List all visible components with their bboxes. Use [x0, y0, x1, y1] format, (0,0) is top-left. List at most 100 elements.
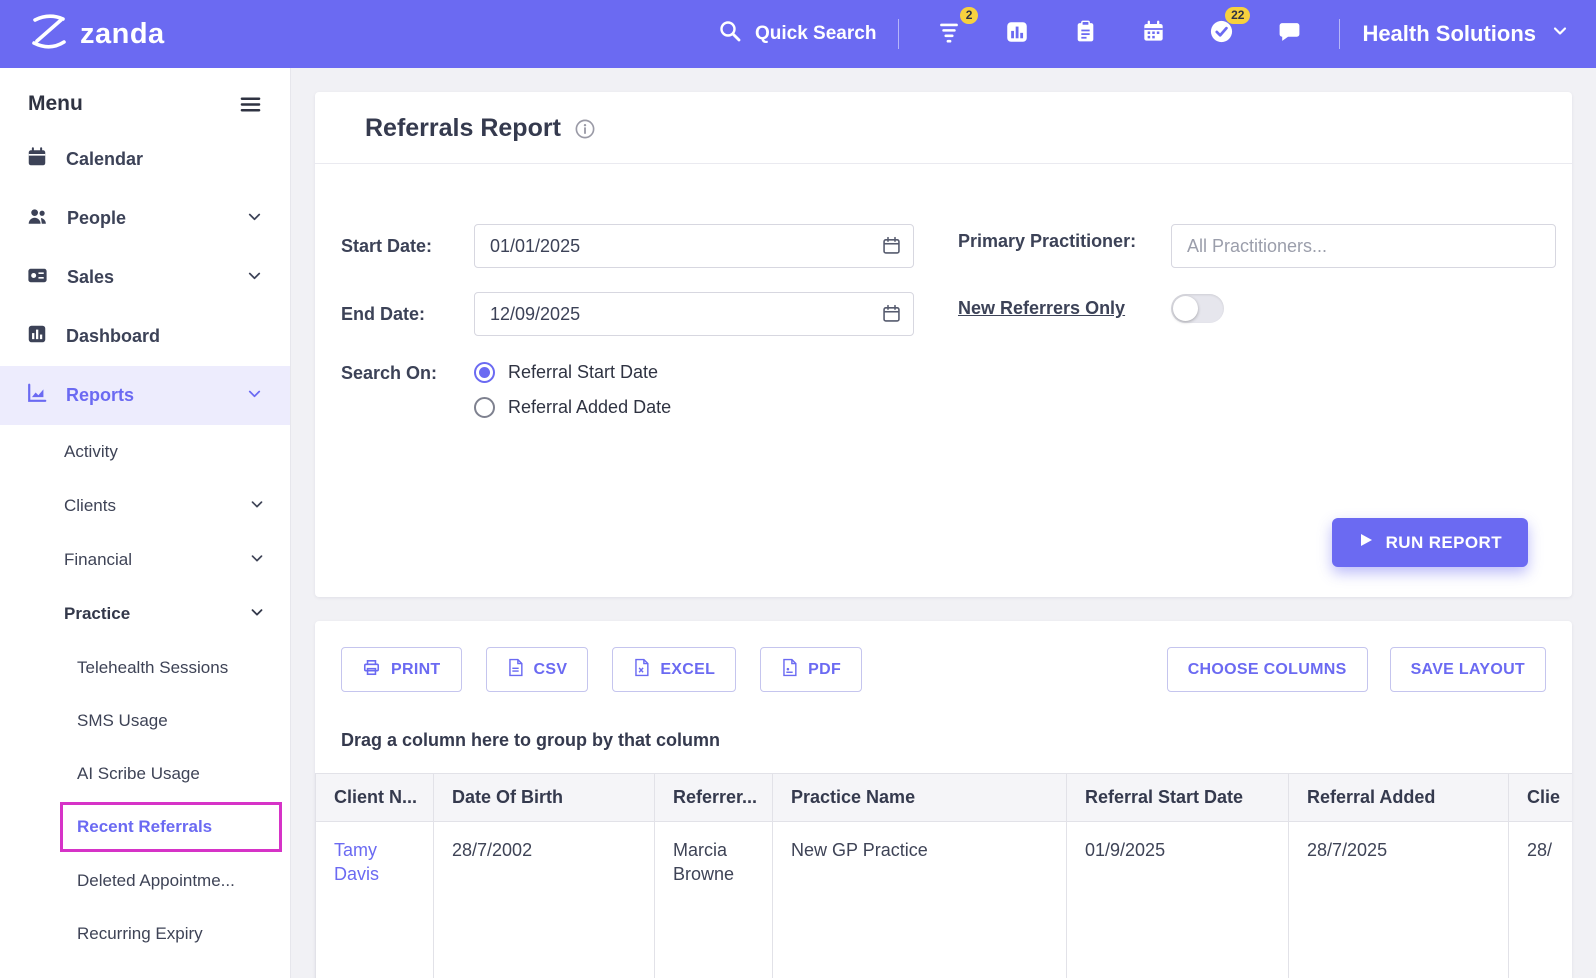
sidebar-item-label: Reports — [66, 385, 134, 406]
start-date-input[interactable] — [474, 224, 914, 268]
sidebar-item-label: Telehealth Sessions — [77, 658, 228, 678]
sidebar-item-financial[interactable]: Financial — [0, 533, 290, 587]
info-icon[interactable] — [574, 118, 596, 140]
calendar-icon — [26, 146, 48, 173]
sidebar-item-label: SMS Usage — [77, 711, 168, 731]
notes-button[interactable] — [1063, 12, 1107, 56]
sidebar-item-activity[interactable]: Activity — [0, 425, 290, 479]
print-label: PRINT — [391, 661, 441, 679]
sidebar-item-practice[interactable]: Practice — [0, 587, 290, 641]
sales-icon — [26, 264, 49, 292]
topbar-divider — [1339, 19, 1340, 49]
search-icon — [718, 19, 742, 49]
table-header-row: Client N... Date Of Birth Referrer... Pr… — [316, 774, 1573, 822]
sidebar-item-label: Calendar — [66, 149, 143, 170]
calendar-picker-icon[interactable] — [881, 235, 902, 256]
primary-practitioner-input[interactable] — [1171, 224, 1556, 268]
group-by-drop-zone[interactable]: Drag a column here to group by that colu… — [315, 692, 1572, 773]
cell-date-of-birth: 28/7/2002 — [434, 822, 655, 978]
insights-button[interactable] — [995, 12, 1039, 56]
chat-bubble-icon — [1277, 19, 1302, 49]
excel-export-button[interactable]: EXCEL — [612, 647, 736, 692]
sidebar-item-dashboard[interactable]: Dashboard — [0, 307, 290, 366]
new-referrers-toggle[interactable] — [1171, 294, 1224, 323]
chevron-down-icon — [245, 266, 264, 290]
search-on-label: Search On: — [341, 360, 474, 386]
people-icon — [26, 205, 49, 233]
column-header-client-extra[interactable]: Clie — [1509, 774, 1573, 822]
toggle-knob — [1173, 296, 1198, 321]
calendar-topbar-button[interactable] — [1131, 12, 1175, 56]
table-row: Tamy Davis 28/7/2002 Marcia Browne New G… — [316, 822, 1573, 978]
sidebar-item-label: Sales — [67, 267, 114, 288]
choose-columns-button[interactable]: CHOOSE COLUMNS — [1167, 647, 1368, 692]
zanda-logo-icon — [26, 10, 72, 59]
csv-export-button[interactable]: CSV — [486, 647, 589, 692]
cell-referral-added: 28/7/2025 — [1289, 822, 1509, 978]
excel-label: EXCEL — [660, 661, 715, 679]
run-report-label: RUN REPORT — [1386, 533, 1502, 553]
waitlist-badge: 2 — [960, 7, 979, 24]
client-link[interactable]: Tamy Davis — [334, 840, 379, 884]
radio-selected-icon — [474, 362, 495, 383]
radio-referral-start-date[interactable]: Referral Start Date — [474, 362, 671, 383]
brand-name: zanda — [80, 18, 165, 51]
sidebar-item-label: People — [67, 208, 126, 229]
messages-button[interactable] — [1267, 12, 1311, 56]
save-layout-button[interactable]: SAVE LAYOUT — [1390, 647, 1546, 692]
sidebar-item-label: Activity — [64, 442, 118, 462]
run-report-button[interactable]: RUN REPORT — [1332, 518, 1528, 567]
printer-icon — [362, 658, 381, 682]
chevron-down-icon — [248, 495, 266, 518]
brand-home-link[interactable]: zanda — [26, 10, 165, 59]
calendar-icon — [1141, 19, 1166, 49]
column-header-client-name[interactable]: Client N... — [316, 774, 434, 822]
calendar-picker-icon[interactable] — [881, 303, 902, 324]
sidebar-item-label: Financial — [64, 550, 132, 570]
print-button[interactable]: PRINT — [341, 647, 462, 692]
sidebar-item-reports[interactable]: Reports — [0, 366, 290, 425]
sidebar-item-recurring-expiry[interactable]: Recurring Expiry — [0, 907, 290, 960]
quick-search-label: Quick Search — [755, 23, 876, 45]
pdf-file-icon — [781, 658, 798, 682]
chevron-down-icon — [248, 603, 266, 626]
primary-practitioner-label: Primary Practitioner: — [958, 224, 1171, 256]
sidebar-item-label: Practice — [64, 604, 130, 624]
csv-file-icon — [507, 658, 524, 682]
end-date-input[interactable] — [474, 292, 914, 336]
account-menu[interactable]: Health Solutions — [1356, 21, 1570, 47]
main-content: Referrals Report Start Date: — [291, 68, 1596, 978]
topbar: zanda Quick Search 2 — [0, 0, 1596, 68]
column-header-referral-added[interactable]: Referral Added — [1289, 774, 1509, 822]
new-referrers-only-label[interactable]: New Referrers Only — [958, 298, 1171, 319]
tasks-button[interactable]: 22 — [1199, 12, 1243, 56]
tasks-badge: 22 — [1225, 7, 1250, 24]
sidebar-item-label: Clients — [64, 496, 116, 516]
pdf-export-button[interactable]: PDF — [760, 647, 862, 692]
sidebar-item-sales[interactable]: Sales — [0, 248, 290, 307]
chevron-down-icon — [1550, 21, 1570, 47]
sidebar-item-sms-usage[interactable]: SMS Usage — [0, 694, 290, 747]
sidebar-item-label: AI Scribe Usage — [77, 764, 200, 784]
cell-client-name: Tamy Davis — [316, 822, 434, 978]
sidebar-item-people[interactable]: People — [0, 189, 290, 248]
column-header-practice-name[interactable]: Practice Name — [773, 774, 1067, 822]
sidebar-item-deleted-appointments[interactable]: Deleted Appointme... — [0, 854, 290, 907]
radio-referral-added-date[interactable]: Referral Added Date — [474, 397, 671, 418]
column-header-referral-start-date[interactable]: Referral Start Date — [1067, 774, 1289, 822]
chevron-down-icon — [248, 549, 266, 572]
choose-columns-label: CHOOSE COLUMNS — [1188, 661, 1347, 679]
csv-label: CSV — [534, 661, 568, 679]
column-header-referrer[interactable]: Referrer... — [655, 774, 773, 822]
sidebar-item-ai-scribe-usage[interactable]: AI Scribe Usage — [0, 747, 290, 800]
waitlist-button[interactable]: 2 — [927, 12, 971, 56]
sidebar-item-calendar[interactable]: Calendar — [0, 130, 290, 189]
radio-label: Referral Start Date — [508, 362, 658, 383]
sidebar-item-telehealth-sessions[interactable]: Telehealth Sessions — [0, 641, 290, 694]
column-header-date-of-birth[interactable]: Date Of Birth — [434, 774, 655, 822]
sidebar-item-recent-referrals[interactable]: Recent Referrals — [60, 802, 282, 852]
sidebar-item-clients[interactable]: Clients — [0, 479, 290, 533]
dashboard-icon — [26, 323, 48, 350]
hamburger-menu-icon[interactable] — [239, 93, 262, 116]
quick-search-button[interactable]: Quick Search — [712, 11, 882, 57]
